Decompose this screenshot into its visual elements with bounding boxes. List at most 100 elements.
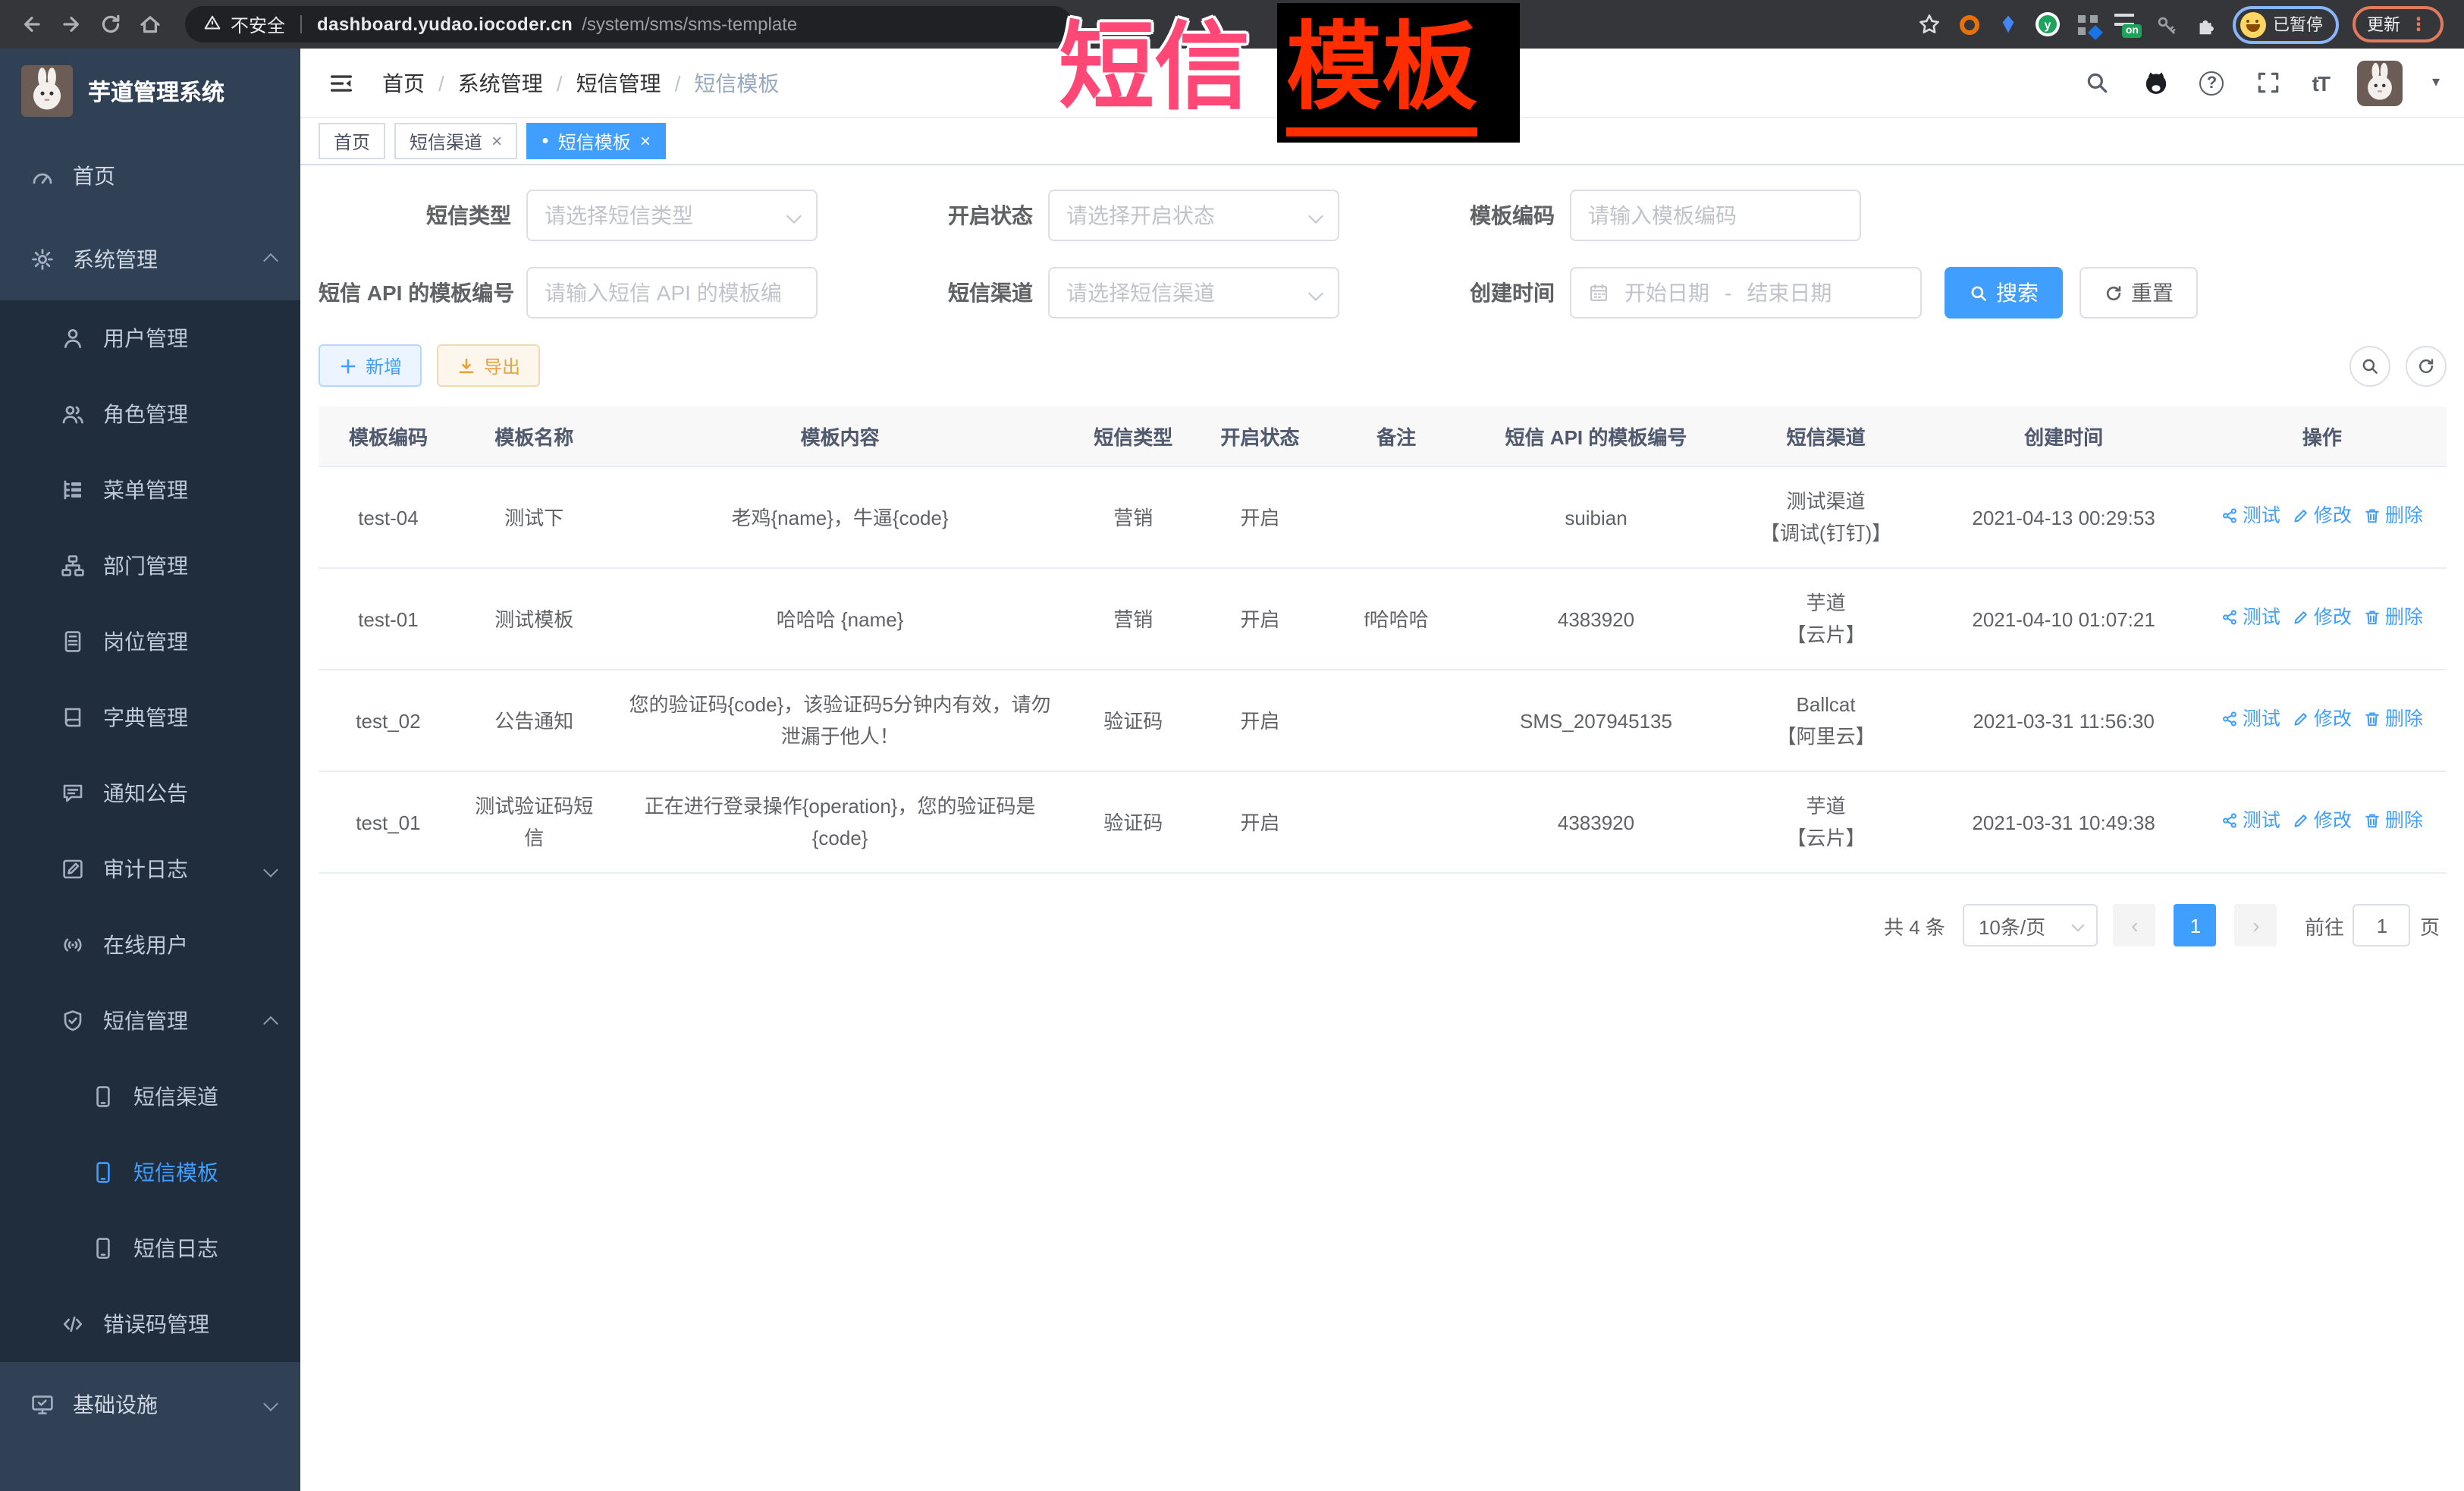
- sidebar-item-post-management[interactable]: 岗位管理: [0, 604, 300, 680]
- page-size-select[interactable]: 10条/页: [1963, 904, 2098, 946]
- next-page-button[interactable]: ›: [2235, 904, 2277, 946]
- cell-remark: [1323, 466, 1469, 568]
- sidebar-fold-icon[interactable]: [325, 66, 358, 99]
- browser-update-button[interactable]: 更新 ⋮: [2352, 6, 2443, 42]
- browser-home-icon[interactable]: [133, 8, 167, 41]
- github-icon[interactable]: [2141, 67, 2171, 98]
- reset-button[interactable]: 重置: [2079, 267, 2198, 319]
- font-size-icon[interactable]: tT: [2312, 71, 2329, 95]
- sidebar-item-audit-log[interactable]: 审计日志: [0, 831, 300, 907]
- edit-link[interactable]: 修改: [2293, 501, 2352, 532]
- test-link[interactable]: 测试: [2221, 805, 2280, 837]
- user-avatar[interactable]: [2358, 60, 2403, 105]
- breadcrumb-home[interactable]: 首页: [382, 67, 425, 98]
- address-bar[interactable]: 不安全 dashboard.yudao.iocoder.cn/system/sm…: [185, 6, 1072, 42]
- sidebar-item-dept-management[interactable]: 部门管理: [0, 528, 300, 604]
- help-icon[interactable]: ?: [2200, 71, 2224, 95]
- breadcrumb: 首页 / 系统管理 / 短信管理 / 短信模板: [382, 67, 779, 98]
- prev-page-button[interactable]: ‹: [2114, 904, 2156, 946]
- breadcrumb-sms[interactable]: 短信管理: [576, 67, 661, 98]
- search-icon[interactable]: [2082, 67, 2112, 98]
- close-icon[interactable]: ×: [640, 130, 651, 152]
- chevron-down-icon: [263, 1396, 278, 1411]
- sidebar-item-notice[interactable]: 通知公告: [0, 755, 300, 831]
- search-button[interactable]: 搜索: [1945, 267, 2063, 319]
- cell-api-id: SMS_207945135: [1469, 670, 1722, 771]
- extension-key-icon[interactable]: [2153, 11, 2179, 37]
- sidebar-item-menu-management[interactable]: 菜单管理: [0, 452, 300, 528]
- test-link[interactable]: 测试: [2221, 501, 2280, 532]
- fullscreen-icon[interactable]: [2253, 67, 2284, 98]
- goto-page-input[interactable]: [2353, 904, 2411, 946]
- channel-label: 短信渠道: [840, 278, 1048, 308]
- sidebar-item-sms-log[interactable]: 短信日志: [0, 1210, 300, 1286]
- sidebar: 芋道管理系统 首页 系统管理 用户管理 角色管理: [0, 49, 300, 1491]
- url-path[interactable]: /system/sms/sms-template: [582, 14, 797, 35]
- add-button[interactable]: 新增: [319, 344, 422, 387]
- edit-link[interactable]: 修改: [2293, 704, 2352, 736]
- browser-back-icon[interactable]: [15, 8, 49, 41]
- sidebar-item-infrastructure[interactable]: 基础设施: [0, 1362, 300, 1445]
- delete-link[interactable]: 删除: [2364, 602, 2423, 634]
- edit-link[interactable]: 修改: [2293, 805, 2352, 837]
- sidebar-item-online-users[interactable]: 在线用户: [0, 907, 300, 983]
- delete-link[interactable]: 删除: [2364, 805, 2423, 837]
- cell-name: 测试下: [458, 466, 611, 568]
- sidebar-item-sms-channel[interactable]: 短信渠道: [0, 1059, 300, 1135]
- browser-profile-chip[interactable]: 已暂停: [2232, 5, 2338, 43]
- url-host[interactable]: dashboard.yudao.iocoder.cn: [317, 14, 573, 35]
- bookmark-star-icon[interactable]: [1916, 11, 1942, 37]
- extension-grid-icon[interactable]: [2074, 11, 2100, 37]
- date-start-input[interactable]: [1618, 281, 1715, 305]
- template-code-input[interactable]: [1588, 203, 1843, 228]
- edit-log-icon: [61, 857, 85, 881]
- app-logo-row[interactable]: 芋道管理系统: [0, 49, 300, 133]
- cell-status: 开启: [1197, 466, 1323, 568]
- current-page-button[interactable]: 1: [2174, 904, 2217, 946]
- browser-forward-icon[interactable]: [55, 8, 88, 41]
- create-time-range-picker[interactable]: -: [1570, 267, 1922, 319]
- table-header-row: 模板编码 模板名称 模板内容 短信类型 开启状态 备注 短信 API 的模板编号…: [319, 406, 2446, 466]
- sidebar-item-dict-management[interactable]: 字典管理: [0, 680, 300, 755]
- browser-reload-icon[interactable]: [94, 8, 127, 41]
- sidebar-item-role-management[interactable]: 角色管理: [0, 376, 300, 452]
- browser-menu-icon[interactable]: ⋮: [2409, 14, 2428, 35]
- cell-code: test_01: [319, 771, 458, 873]
- delete-link[interactable]: 删除: [2364, 704, 2423, 736]
- tab-sms-template[interactable]: ●短信模板×: [526, 123, 666, 159]
- export-button[interactable]: 导出: [437, 344, 540, 387]
- edit-link[interactable]: 修改: [2293, 602, 2352, 634]
- phone-icon: [91, 1236, 115, 1260]
- extension-ring-icon[interactable]: [1956, 11, 1982, 37]
- sidebar-item-home[interactable]: 首页: [0, 133, 300, 217]
- sidebar-item-system-management[interactable]: 系统管理: [0, 217, 300, 300]
- sms-type-select[interactable]: 请选择短信类型: [526, 190, 818, 241]
- tab-sms-channel[interactable]: 短信渠道×: [394, 123, 517, 159]
- api-template-id-input[interactable]: [545, 281, 799, 305]
- sidebar-item-user-management[interactable]: 用户管理: [0, 300, 300, 376]
- channel-select[interactable]: 请选择短信渠道: [1048, 267, 1339, 319]
- extension-gem-icon[interactable]: [1995, 11, 2021, 37]
- security-label[interactable]: 不安全: [231, 11, 285, 37]
- avatar-caret-down-icon[interactable]: ▾: [2432, 74, 2440, 91]
- extension-y-icon[interactable]: y: [2035, 11, 2061, 37]
- sidebar-item-error-code-management[interactable]: 错误码管理: [0, 1286, 300, 1362]
- test-link[interactable]: 测试: [2221, 602, 2280, 634]
- delete-link[interactable]: 删除: [2364, 501, 2423, 532]
- test-link[interactable]: 测试: [2221, 704, 2280, 736]
- date-end-input[interactable]: [1740, 281, 1838, 305]
- sidebar-item-sms-template[interactable]: 短信模板: [0, 1135, 300, 1210]
- extensions-puzzle-icon[interactable]: [2192, 11, 2218, 37]
- cell-actions: 测试修改删除: [2199, 466, 2446, 568]
- toggle-search-button[interactable]: [2349, 345, 2390, 386]
- sidebar-item-sms-management[interactable]: 短信管理: [0, 983, 300, 1059]
- chevron-down-icon: [1308, 208, 1323, 223]
- id-badge-icon: [61, 629, 85, 654]
- tab-home[interactable]: 首页: [319, 123, 385, 159]
- extension-on-icon[interactable]: on: [2114, 11, 2139, 37]
- refresh-button[interactable]: [2405, 345, 2446, 386]
- status-select[interactable]: 请选择开启状态: [1048, 190, 1339, 241]
- breadcrumb-system[interactable]: 系统管理: [458, 67, 543, 98]
- cell-remark: f哈哈哈: [1323, 568, 1469, 670]
- close-icon[interactable]: ×: [491, 130, 502, 152]
